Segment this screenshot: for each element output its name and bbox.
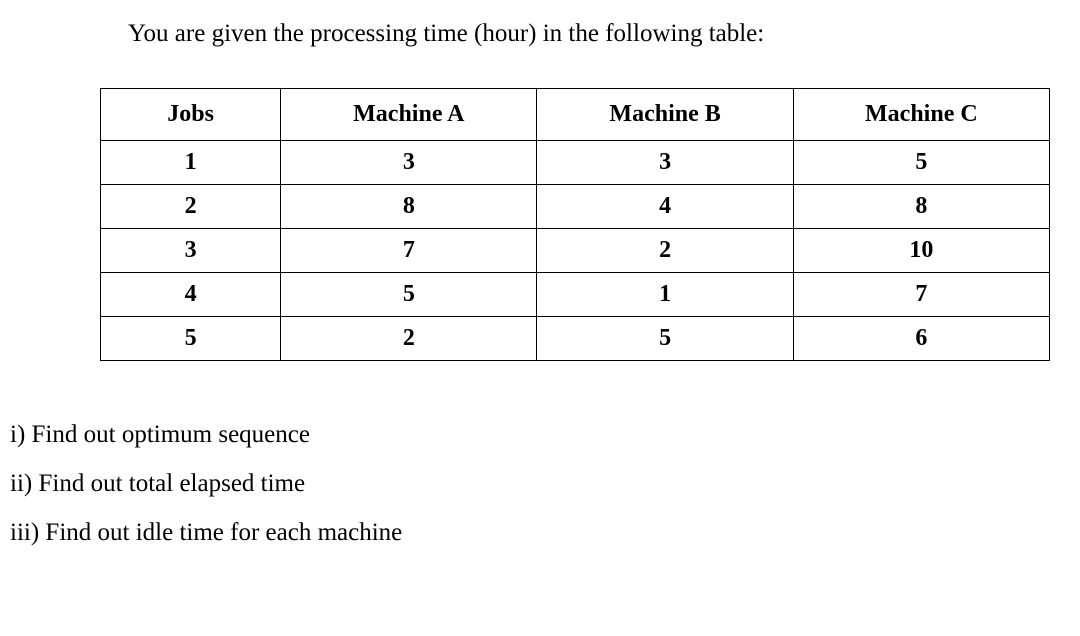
cell-machine-c: 6 <box>793 317 1049 361</box>
cell-machine-b: 4 <box>537 185 793 229</box>
cell-machine-c: 10 <box>793 229 1049 273</box>
table-row: 2 8 4 8 <box>101 185 1050 229</box>
cell-machine-b: 3 <box>537 141 793 185</box>
table-row: 5 2 5 6 <box>101 317 1050 361</box>
cell-machine-c: 8 <box>793 185 1049 229</box>
cell-machine-a: 2 <box>281 317 537 361</box>
header-jobs: Jobs <box>101 89 281 141</box>
cell-machine-a: 3 <box>281 141 537 185</box>
cell-job: 5 <box>101 317 281 361</box>
intro-text: You are given the processing time (hour)… <box>128 20 1080 48</box>
question-3: iii) Find out idle time for each machine <box>10 509 1080 558</box>
cell-machine-c: 5 <box>793 141 1049 185</box>
cell-job: 3 <box>101 229 281 273</box>
table-header-row: Jobs Machine A Machine B Machine C <box>101 89 1050 141</box>
table-row: 1 3 3 5 <box>101 141 1050 185</box>
table-row: 4 5 1 7 <box>101 273 1050 317</box>
cell-machine-c: 7 <box>793 273 1049 317</box>
cell-machine-a: 5 <box>281 273 537 317</box>
cell-machine-b: 5 <box>537 317 793 361</box>
processing-time-table-container: Jobs Machine A Machine B Machine C 1 3 3… <box>100 88 1040 361</box>
header-machine-c: Machine C <box>793 89 1049 141</box>
cell-machine-b: 1 <box>537 273 793 317</box>
header-machine-b: Machine B <box>537 89 793 141</box>
processing-time-table: Jobs Machine A Machine B Machine C 1 3 3… <box>100 88 1050 361</box>
table-row: 3 7 2 10 <box>101 229 1050 273</box>
question-2: ii) Find out total elapsed time <box>10 460 1080 509</box>
cell-machine-b: 2 <box>537 229 793 273</box>
questions-list: i) Find out optimum sequence ii) Find ou… <box>10 411 1080 557</box>
header-machine-a: Machine A <box>281 89 537 141</box>
question-1: i) Find out optimum sequence <box>10 411 1080 460</box>
cell-machine-a: 8 <box>281 185 537 229</box>
cell-machine-a: 7 <box>281 229 537 273</box>
cell-job: 2 <box>101 185 281 229</box>
cell-job: 4 <box>101 273 281 317</box>
cell-job: 1 <box>101 141 281 185</box>
